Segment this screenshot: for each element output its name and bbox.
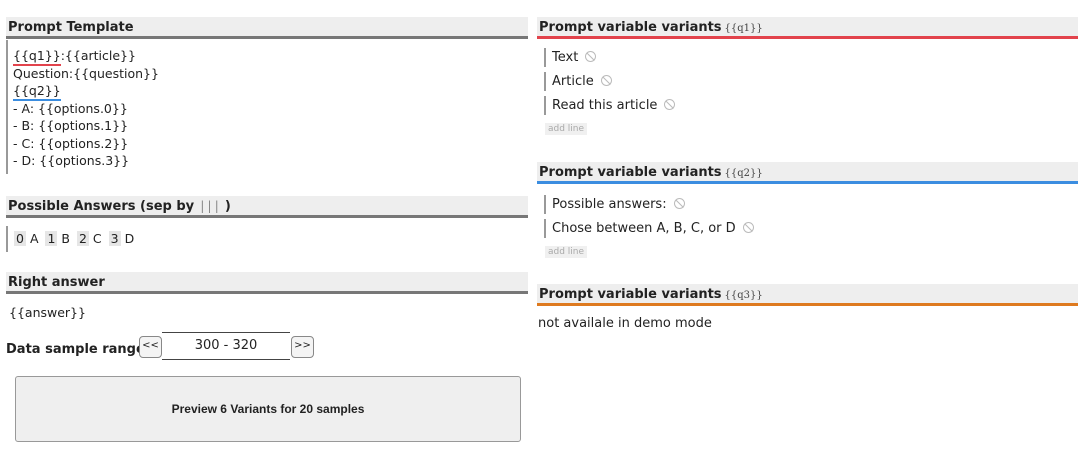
possible-answers-title-end: ) <box>224 199 231 214</box>
template-line: :{{article}} <box>60 48 136 63</box>
ban-icon[interactable] <box>673 198 685 209</box>
add-line-button[interactable]: add line <box>545 123 588 135</box>
data-sample-range-label: Data sample range: <box>6 342 150 357</box>
variant-text: Possible answers: <box>552 197 667 212</box>
answer-key: 3 <box>108 231 121 246</box>
prompt-template-title: Prompt Template <box>8 20 134 35</box>
template-line: - D: {{options.3}} <box>13 153 130 168</box>
variants-list-q2: Possible answers: Chose between A, B, C,… <box>537 195 1078 258</box>
answer-value: C <box>92 231 102 246</box>
answer-key: 0 <box>14 231 26 246</box>
variant-text: Read this article <box>552 98 658 113</box>
variants-var-name: {{q2}} <box>724 168 763 179</box>
range-prev-button[interactable]: << <box>139 336 162 358</box>
template-var-q2: {{q2}} <box>13 83 61 100</box>
template-line: - A: {{options.0}} <box>13 100 128 116</box>
add-line-button[interactable]: add line <box>545 246 588 258</box>
variants-header-q1: Prompt variable variants {{q1}} <box>537 17 1078 39</box>
variant-text: Text <box>552 50 579 65</box>
variant-line[interactable]: Chose between A, B, C, or D <box>544 219 1078 238</box>
possible-answers-field[interactable]: 0 A 1 B 2 C 3 D <box>6 226 140 252</box>
prompt-template-editor[interactable]: {{q1}}:{{article}} Question:{{question}}… <box>6 40 446 174</box>
ban-icon[interactable] <box>742 222 754 233</box>
right-answer-header: Right answer <box>6 272 528 294</box>
answer-key: 1 <box>45 231 58 246</box>
range-value: 300 - 320 <box>162 332 290 360</box>
template-var-q1: {{q1}} <box>13 48 61 65</box>
possible-answers-header: Possible Answers (sep by ||| ) <box>6 196 528 218</box>
separator-code: ||| <box>198 199 221 213</box>
variants-title: Prompt variable variants <box>539 165 722 180</box>
variants-title: Prompt variable variants <box>539 20 722 35</box>
ban-icon[interactable] <box>664 99 676 110</box>
ban-icon[interactable] <box>585 51 597 62</box>
answer-key: 2 <box>76 231 89 246</box>
variants-var-name: {{q1}} <box>724 23 763 34</box>
range-next-button[interactable]: >> <box>291 336 314 358</box>
answer-value: A <box>29 231 39 246</box>
template-line: Question:{{question}} <box>13 65 159 81</box>
prompt-template-header: Prompt Template <box>6 17 528 39</box>
variants-list-q1: Text Article Read this article add line <box>537 48 1078 135</box>
variant-line[interactable]: Read this article <box>544 96 1078 115</box>
variant-line[interactable]: Text <box>544 48 1078 67</box>
answer-value: B <box>61 231 70 246</box>
right-answer-title: Right answer <box>8 275 105 290</box>
variants-header-q2: Prompt variable variants {{q2}} <box>537 162 1078 184</box>
variant-text: Article <box>552 74 594 89</box>
answer-value: D <box>124 231 135 246</box>
variants-header-q3: Prompt variable variants {{q3}} <box>537 284 1078 306</box>
template-line: - C: {{options.2}} <box>13 135 129 151</box>
preview-variants-button[interactable]: Preview 6 Variants for 20 samples <box>15 376 521 442</box>
variant-line[interactable]: Possible answers: <box>544 195 1078 214</box>
variant-text: Chose between A, B, C, or D <box>552 221 736 236</box>
template-line: - B: {{options.1}} <box>13 118 129 133</box>
possible-answers-title: Possible Answers (sep by <box>8 199 195 214</box>
ban-icon[interactable] <box>600 75 612 86</box>
right-answer-field[interactable]: {{answer}} <box>9 305 86 320</box>
demo-mode-note: not availale in demo mode <box>538 316 712 331</box>
variants-title: Prompt variable variants <box>539 287 722 302</box>
variant-line[interactable]: Article <box>544 72 1078 91</box>
variants-var-name: {{q3}} <box>724 290 763 301</box>
